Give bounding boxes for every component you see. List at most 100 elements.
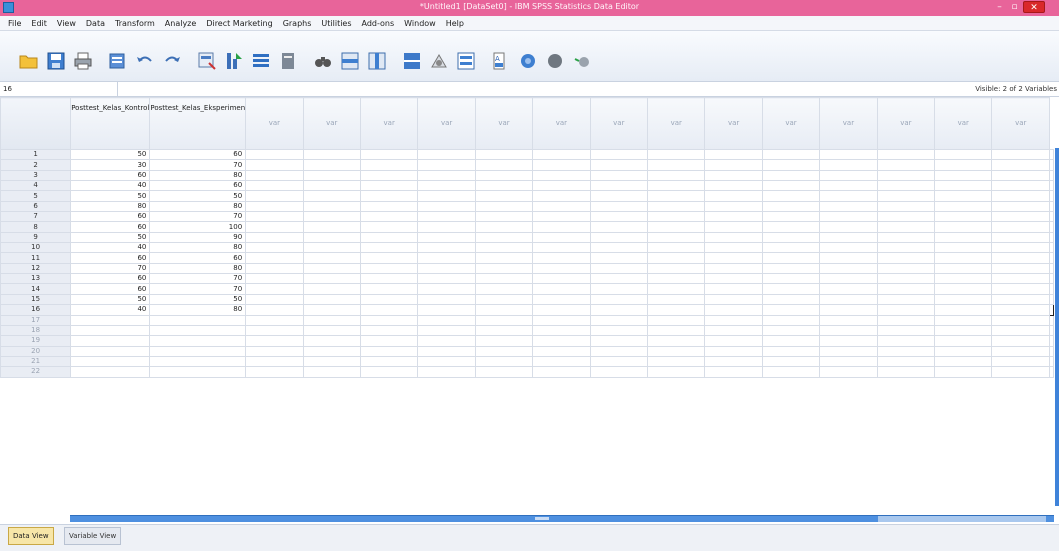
empty-cell[interactable]	[876, 211, 936, 223]
empty-cell[interactable]	[532, 180, 591, 192]
empty-cell[interactable]	[876, 293, 936, 306]
empty-column-header[interactable]: var	[704, 97, 763, 150]
empty-cell[interactable]	[417, 148, 476, 161]
empty-cell[interactable]	[302, 314, 361, 326]
empty-cell[interactable]	[474, 283, 534, 295]
empty-cell[interactable]	[589, 242, 649, 254]
data-cell-posttest-eksperimen[interactable]: 70	[149, 273, 247, 285]
empty-cell[interactable]	[647, 283, 706, 295]
row-number[interactable]: 4	[0, 180, 72, 192]
data-cell-posttest-eksperimen[interactable]: 70	[149, 159, 247, 171]
empty-cell[interactable]	[991, 211, 1050, 223]
data-cell-posttest-kontrol[interactable]: 70	[70, 262, 151, 275]
empty-cell[interactable]	[991, 262, 1050, 275]
empty-column-header[interactable]: var	[991, 97, 1050, 150]
empty-cell[interactable]	[704, 190, 763, 202]
empty-cell[interactable]	[474, 148, 534, 161]
menu-help[interactable]: Help	[441, 19, 469, 28]
data-cell-posttest-eksperimen[interactable]: 50	[149, 190, 247, 202]
empty-cell[interactable]	[647, 231, 706, 244]
empty-cell[interactable]	[761, 200, 821, 213]
variables-icon[interactable]	[250, 50, 272, 72]
empty-cell[interactable]	[417, 293, 476, 306]
empty-cell[interactable]	[934, 180, 993, 192]
empty-cell[interactable]	[1049, 252, 1054, 264]
empty-cell[interactable]	[359, 180, 419, 192]
empty-cell[interactable]	[934, 355, 993, 368]
empty-cell[interactable]	[647, 252, 706, 264]
empty-cell[interactable]	[589, 314, 649, 326]
data-cell-posttest-eksperimen[interactable]: 100	[149, 221, 247, 233]
row-number[interactable]: 18	[0, 324, 72, 337]
empty-cell[interactable]	[70, 366, 151, 378]
row-number[interactable]: 14	[0, 283, 72, 295]
empty-cell[interactable]	[819, 283, 878, 295]
empty-cell[interactable]	[1049, 345, 1054, 357]
empty-cell[interactable]	[761, 304, 821, 316]
data-cell-posttest-kontrol[interactable]: 50	[70, 190, 151, 202]
empty-cell[interactable]	[647, 148, 706, 161]
empty-cell[interactable]	[474, 190, 534, 202]
empty-cell[interactable]	[532, 252, 591, 264]
empty-cell[interactable]	[761, 293, 821, 306]
empty-cell[interactable]	[589, 190, 649, 202]
empty-cell[interactable]	[1049, 169, 1054, 182]
empty-cell[interactable]	[245, 262, 304, 275]
empty-cell[interactable]	[991, 180, 1050, 192]
empty-cell[interactable]	[647, 211, 706, 223]
empty-cell[interactable]	[245, 221, 304, 233]
empty-cell[interactable]	[934, 314, 993, 326]
empty-cell[interactable]	[474, 304, 534, 316]
empty-cell[interactable]	[761, 324, 821, 337]
value-labels-icon[interactable]: A	[490, 50, 512, 72]
empty-cell[interactable]	[934, 335, 993, 347]
empty-cell[interactable]	[302, 221, 361, 233]
empty-cell[interactable]	[704, 314, 763, 326]
data-cell-posttest-eksperimen[interactable]: 80	[149, 262, 247, 275]
empty-cell[interactable]	[1049, 211, 1054, 223]
row-number[interactable]: 3	[0, 169, 72, 182]
empty-cell[interactable]	[761, 283, 821, 295]
menu-analyze[interactable]: Analyze	[160, 19, 202, 28]
empty-cell[interactable]	[704, 273, 763, 285]
menu-window[interactable]: Window	[399, 19, 441, 28]
row-number[interactable]: 2	[0, 159, 72, 171]
empty-cell[interactable]	[761, 314, 821, 326]
empty-cell[interactable]	[417, 200, 476, 213]
empty-cell[interactable]	[70, 324, 151, 337]
tab-variable-view[interactable]: Variable View	[64, 527, 122, 545]
empty-cell[interactable]	[704, 293, 763, 306]
empty-column-header[interactable]: var	[761, 97, 821, 150]
empty-cell[interactable]	[876, 324, 936, 337]
data-cell-posttest-eksperimen[interactable]: 80	[149, 242, 247, 254]
empty-cell[interactable]	[819, 366, 878, 378]
empty-cell[interactable]	[1049, 180, 1054, 192]
empty-cell[interactable]	[1049, 314, 1054, 326]
row-number[interactable]: 22	[0, 366, 72, 378]
empty-cell[interactable]	[761, 242, 821, 254]
data-cell-posttest-eksperimen[interactable]: 80	[149, 169, 247, 182]
empty-cell[interactable]	[359, 262, 419, 275]
empty-cell[interactable]	[474, 345, 534, 357]
empty-cell[interactable]	[647, 324, 706, 337]
empty-cell[interactable]	[149, 335, 247, 347]
empty-cell[interactable]	[474, 335, 534, 347]
empty-cell[interactable]	[70, 345, 151, 357]
menu-add-ons[interactable]: Add-ons	[357, 19, 400, 28]
data-cell-posttest-kontrol[interactable]: 30	[70, 159, 151, 171]
empty-cell[interactable]	[761, 355, 821, 368]
split-file-icon[interactable]	[401, 50, 423, 72]
empty-cell[interactable]	[819, 242, 878, 254]
menu-file[interactable]: File	[3, 19, 26, 28]
empty-cell[interactable]	[934, 273, 993, 285]
empty-cell[interactable]	[589, 148, 649, 161]
empty-cell[interactable]	[704, 148, 763, 161]
empty-cell[interactable]	[876, 366, 936, 378]
empty-cell[interactable]	[704, 231, 763, 244]
use-sets-icon[interactable]	[517, 50, 539, 72]
empty-cell[interactable]	[819, 148, 878, 161]
empty-cell[interactable]	[474, 252, 534, 264]
empty-column-header[interactable]: var	[589, 97, 649, 150]
insert-icon[interactable]	[277, 50, 299, 72]
empty-cell[interactable]	[991, 345, 1050, 357]
